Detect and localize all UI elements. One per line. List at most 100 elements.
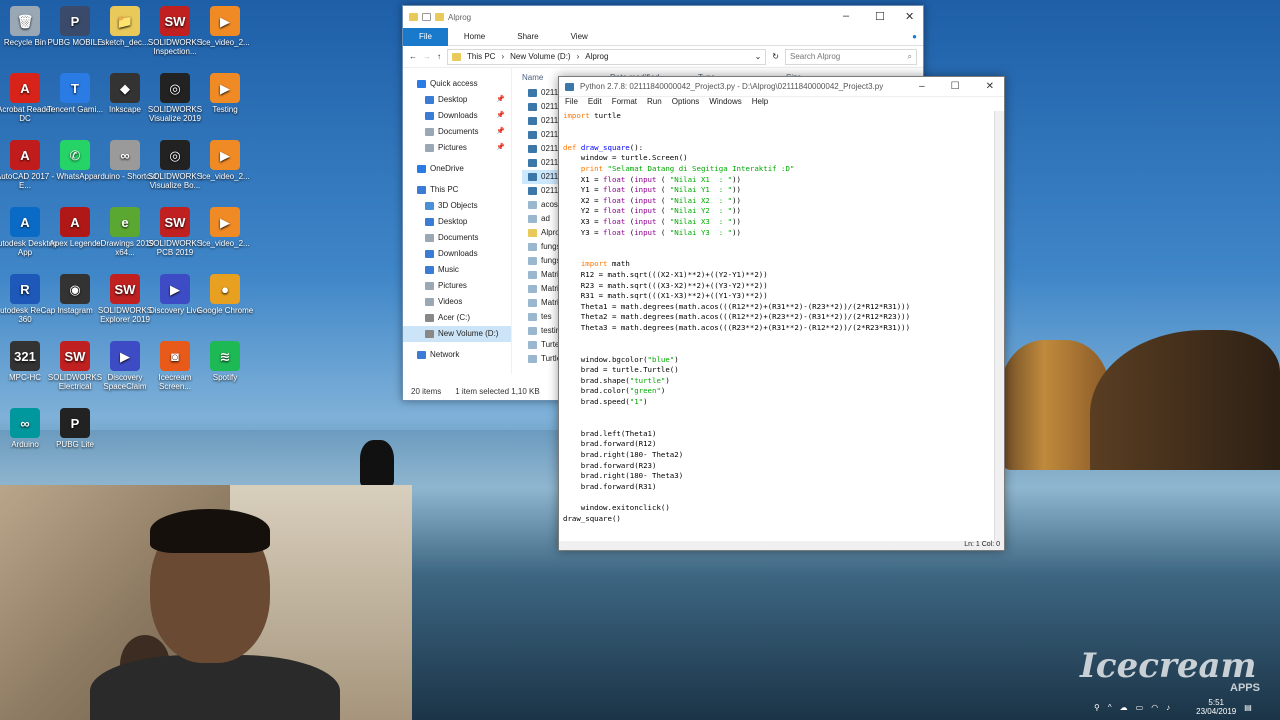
desktop-icon[interactable]: P PUBG Lite	[42, 404, 108, 468]
nav-item-label: Pictures	[438, 281, 467, 290]
idle-titlebar: Python 2.7.8: 02111840000042_Project3.py…	[559, 77, 1004, 97]
help-icon[interactable]: ●	[912, 32, 917, 41]
breadcrumb-folder[interactable]: Alprog	[585, 52, 608, 61]
code-editor[interactable]: import turtle def draw_square(): window …	[559, 111, 1004, 531]
desktop-icon[interactable]: ● Google Chrome	[192, 270, 258, 334]
new-folder-icon[interactable]	[435, 13, 444, 21]
nav-item-label: Acer (C:)	[438, 313, 470, 322]
folder-icon	[425, 250, 434, 258]
menu-file[interactable]: File	[565, 97, 578, 111]
notifications-icon[interactable]: ▤	[1244, 703, 1252, 712]
close-icon[interactable]: ✕	[905, 10, 914, 23]
idle-menubar: File Edit Format Run Options Windows Help	[559, 97, 1004, 111]
file-icon	[528, 299, 537, 307]
nav-item[interactable]: Desktop 📌	[403, 92, 511, 108]
desktop-icon[interactable]: ≋ Spotify	[192, 337, 258, 401]
desktop-icon-label: ice_video_2...	[200, 172, 250, 181]
network-icon[interactable]: ◠	[1151, 703, 1158, 712]
menu-format[interactable]: Format	[612, 97, 637, 111]
vertical-scrollbar[interactable]	[994, 111, 1004, 543]
webcam-overlay	[0, 485, 412, 720]
menu-windows[interactable]: Windows	[709, 97, 741, 111]
app-icon: A	[10, 73, 40, 103]
desktop-icon[interactable]: ▶ ice_video_2...	[192, 203, 258, 267]
desktop-icon-label: Spotify	[212, 373, 238, 382]
pin-icon[interactable]: 📌	[496, 124, 505, 140]
file-icon	[528, 187, 537, 195]
clock[interactable]: 5:51 23/04/2019	[1196, 698, 1236, 716]
desktop-icon[interactable]: ▶ ice_video_2...	[192, 2, 258, 66]
file-icon	[528, 173, 537, 181]
nav-item[interactable]: Downloads 📌	[403, 108, 511, 124]
folder-icon	[452, 52, 461, 61]
forward-icon[interactable]: →	[423, 52, 431, 61]
tab-file[interactable]: File	[403, 27, 448, 46]
pin-icon[interactable]: 📌	[496, 140, 505, 156]
app-icon: P	[60, 408, 90, 438]
folder-icon	[417, 351, 426, 359]
nav-item[interactable]: Music	[403, 262, 511, 278]
menu-run[interactable]: Run	[647, 97, 662, 111]
nav-item[interactable]: Quick access	[403, 76, 511, 92]
explorer-titlebar: Alprog – ☐ ✕	[403, 6, 923, 28]
back-icon[interactable]: ←	[409, 52, 417, 61]
battery-icon[interactable]: ▭	[1136, 703, 1144, 712]
menu-help[interactable]: Help	[752, 97, 768, 111]
maximize-icon[interactable]: ☐	[951, 81, 960, 92]
chevron-down-icon[interactable]: ⌄	[755, 52, 762, 61]
properties-icon[interactable]	[422, 13, 431, 21]
file-name: tes	[541, 312, 552, 321]
app-icon: ∞	[110, 140, 140, 170]
nav-item[interactable]: Documents 📌	[403, 124, 511, 140]
tab-home[interactable]: Home	[448, 28, 501, 46]
tab-share[interactable]: Share	[501, 28, 554, 46]
file-icon	[528, 243, 537, 251]
breadcrumb-drive[interactable]: New Volume (D:)	[510, 52, 570, 61]
people-icon[interactable]: ⚲	[1094, 703, 1100, 712]
desktop-icon[interactable]: ▶ Testing	[192, 69, 258, 133]
watermark-brand: Icecream	[1080, 646, 1257, 686]
maximize-icon[interactable]: ☐	[875, 10, 885, 23]
folder-icon	[425, 128, 434, 136]
nav-item[interactable]: 3D Objects	[403, 198, 511, 214]
file-name: Turte	[541, 340, 560, 349]
nav-item[interactable]: Videos	[403, 294, 511, 310]
folder-icon	[425, 282, 434, 290]
minimize-icon[interactable]: –	[843, 10, 849, 22]
menu-options[interactable]: Options	[672, 97, 700, 111]
nav-item-label: Desktop	[438, 95, 468, 104]
address-bar[interactable]: This PC › New Volume (D:) › Alprog ⌄	[447, 48, 767, 65]
nav-item-label: Documents	[438, 127, 479, 136]
pin-icon[interactable]: 📌	[496, 92, 505, 108]
app-icon: SW	[60, 341, 90, 371]
show-hidden-icons-icon[interactable]: ^	[1108, 703, 1112, 712]
pin-icon[interactable]: 📌	[496, 108, 505, 124]
up-icon[interactable]: ↑	[437, 52, 441, 61]
volume-icon[interactable]: ♪	[1166, 703, 1170, 712]
nav-item-label: Music	[438, 265, 459, 274]
desktop-icon[interactable]: ▶ ice_video_2...	[192, 136, 258, 200]
breadcrumb-this-pc[interactable]: This PC	[467, 52, 495, 61]
nav-item[interactable]: Downloads	[403, 246, 511, 262]
onedrive-icon[interactable]: ☁	[1120, 703, 1128, 712]
breadcrumb-chevron-icon: ›	[501, 52, 505, 61]
nav-item[interactable]: Acer (C:)	[403, 310, 511, 326]
search-input[interactable]: Search Alprog ⌕	[785, 48, 917, 65]
nav-item[interactable]: Desktop	[403, 214, 511, 230]
app-icon: 321	[10, 341, 40, 371]
menu-edit[interactable]: Edit	[588, 97, 602, 111]
folder-icon	[425, 202, 434, 210]
close-icon[interactable]: ✕	[986, 81, 994, 92]
nav-item[interactable]: This PC	[403, 182, 511, 198]
nav-item[interactable]: New Volume (D:)	[403, 326, 511, 342]
nav-item[interactable]: Network	[403, 347, 511, 363]
nav-item[interactable]: OneDrive	[403, 161, 511, 177]
minimize-icon[interactable]: –	[919, 81, 925, 92]
refresh-icon[interactable]: ↻	[772, 52, 779, 61]
folder-icon	[425, 234, 434, 242]
file-icon	[528, 159, 537, 167]
tab-view[interactable]: View	[555, 28, 604, 46]
nav-item[interactable]: Documents	[403, 230, 511, 246]
nav-item[interactable]: Pictures 📌	[403, 140, 511, 156]
nav-item[interactable]: Pictures	[403, 278, 511, 294]
